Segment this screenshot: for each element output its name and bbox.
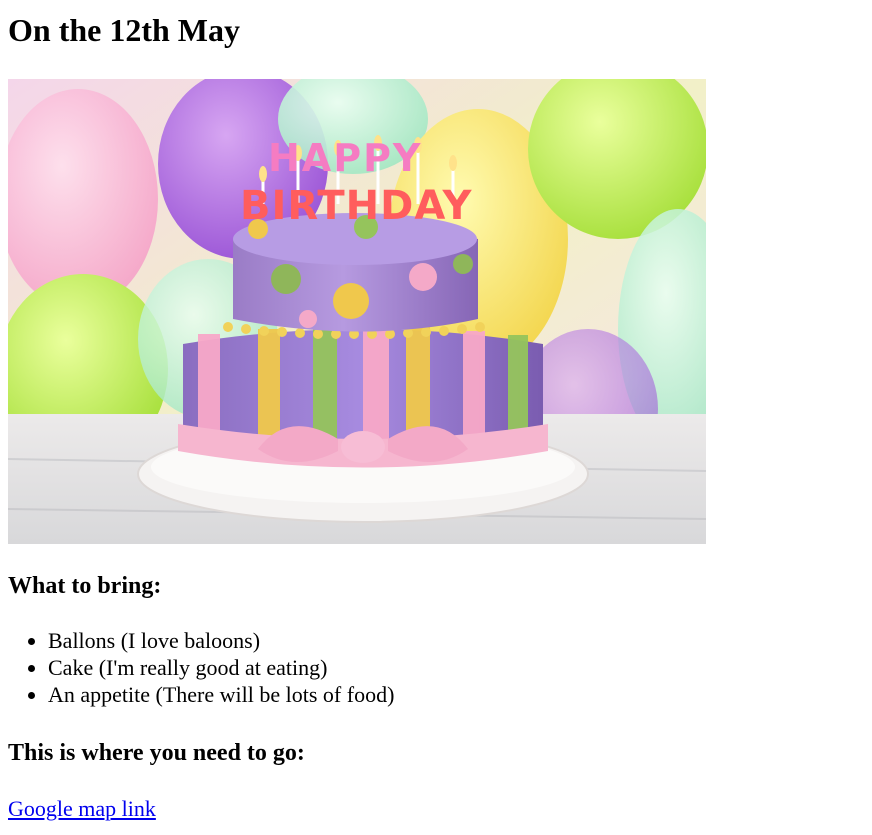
cake-topper-line2: BIRTHDAY xyxy=(240,183,472,229)
cake-topper-line1: HAPPY xyxy=(268,136,422,180)
bring-list: Ballons (I love baloons) Cake (I'm reall… xyxy=(8,627,864,708)
google-map-link[interactable]: Google map link xyxy=(8,795,156,822)
birthday-cake-image: HAPPY BIRTHDAY xyxy=(8,79,706,544)
bring-heading: What to bring: xyxy=(8,573,162,599)
page-content: On the 12th May HAPPY BIRTHDAY What to b… xyxy=(0,8,872,822)
where-heading: This is where you need to go: xyxy=(8,740,305,766)
bring-list-item: Cake (I'm really good at eating) xyxy=(48,654,864,681)
page-title: On the 12th May xyxy=(8,12,240,48)
bring-list-item: An appetite (There will be lots of food) xyxy=(48,681,864,708)
bring-list-item: Ballons (I love baloons) xyxy=(48,627,864,654)
